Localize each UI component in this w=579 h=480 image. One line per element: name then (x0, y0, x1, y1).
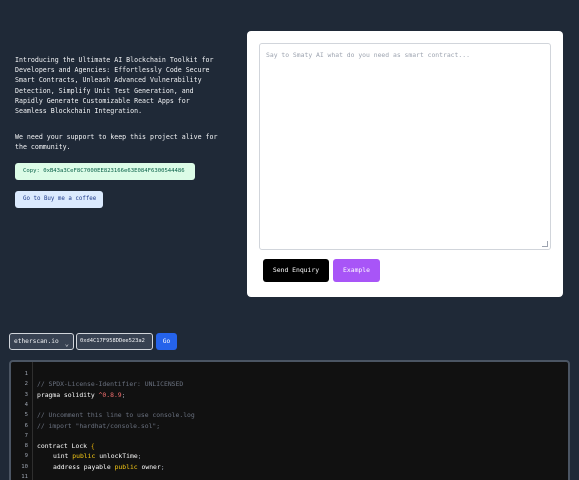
line-number: 11 (21, 474, 28, 480)
intro-line: Developers and Agencies: Effortlessly Co… (15, 66, 210, 75)
code-token: uint (53, 452, 73, 461)
code-token: ^0.8.9 (98, 390, 122, 399)
code-token: unlockTime (95, 452, 138, 461)
line-number: 9 (24, 453, 28, 460)
intro-line: Detection, Simplify Unit Test Generation… (15, 86, 194, 95)
line-number: 10 (21, 463, 28, 470)
explorer-select[interactable]: etherscan.io ⌄ (9, 333, 74, 350)
intro-line: Rapidly Generate Customizable React Apps… (15, 96, 190, 105)
code-line: // import "hardhat/console.sol"; (37, 421, 161, 430)
code-line: // Uncomment this line to use console.lo… (37, 411, 195, 420)
line-number: 7 (24, 432, 28, 439)
line-number: 3 (24, 391, 28, 398)
code-token: public (114, 462, 138, 471)
line-number: 4 (24, 401, 28, 408)
code-line: pragma solidity ^0.8.9; (37, 390, 126, 400)
support-text: We need your support to keep this projec… (15, 132, 225, 152)
prompt-textarea[interactable]: Say to Smaty AI what do you need as smar… (259, 43, 551, 250)
line-number: 2 (24, 381, 28, 388)
code-token: { (90, 442, 95, 451)
resize-handle-icon[interactable] (542, 241, 548, 247)
code-line: contract Lock { (37, 441, 95, 451)
send-enquiry-button[interactable]: Send Enquiry (263, 259, 329, 282)
buy-me-a-coffee-button[interactable]: Go to Buy me a coffee (15, 191, 103, 208)
copy-address-button[interactable]: Copy: 0xB43a3CeF8C7000EE823166e63E084F63… (15, 163, 195, 180)
code-token: address payable (53, 462, 115, 471)
intro-line: Introducing the Ultimate AI Blockchain T… (15, 56, 214, 64)
code-token: ; (137, 452, 142, 461)
go-button[interactable]: Go (156, 333, 177, 350)
example-button[interactable]: Example (333, 259, 380, 282)
code-token: public (72, 452, 96, 461)
line-number: 6 (24, 422, 28, 429)
code-token: ; (160, 462, 165, 471)
line-number: 1 (24, 371, 28, 377)
intro-line: Smart Contracts, Unleash Advanced Vulner… (15, 76, 202, 85)
chevron-down-icon: ⌄ (64, 340, 69, 348)
code-line: // SPDX-License-Identifier: UNLICENSED (37, 380, 184, 389)
support-line: the community. (15, 143, 71, 152)
intro-text: Introducing the Ultimate AI Blockchain T… (15, 55, 225, 116)
code-token: owner (137, 462, 161, 471)
code-line: address payable public owner; (53, 462, 165, 472)
code-token: pragma solidity (37, 390, 99, 399)
intro-line: Seamless Blockchain Integration. (15, 107, 143, 116)
explorer-selected-value: etherscan.io (14, 338, 59, 345)
prompt-placeholder: Say to Smaty AI what do you need as smar… (266, 51, 470, 59)
support-line: We need your support to keep this projec… (15, 133, 218, 141)
code-editor[interactable]: 1 2 3 4 5 6 7 8 9 10 11 // SPDX-License-… (9, 360, 570, 480)
code-line: uint public unlockTime; (53, 451, 142, 461)
code-token: contract Lock (37, 442, 91, 451)
line-number: 5 (24, 412, 28, 419)
code-token: ; (121, 390, 126, 399)
line-number: 8 (24, 443, 28, 450)
line-number-gutter: 1 2 3 4 5 6 7 8 9 10 11 (11, 362, 33, 480)
enquiry-card: Say to Smaty AI what do you need as smar… (247, 31, 563, 297)
contract-address-input[interactable]: 0xd4C17F958DDee523a2 (76, 333, 153, 350)
